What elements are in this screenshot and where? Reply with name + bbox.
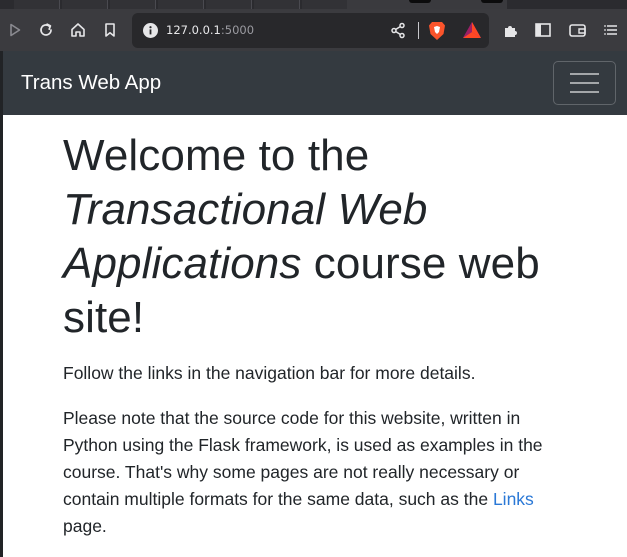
tab-favicon-icon [409,0,431,3]
share-icon[interactable] [390,22,406,44]
site-info-icon[interactable] [142,22,159,39]
page-title: Welcome to the Transactional Web Applica… [63,129,563,345]
browser-tab[interactable] [254,0,300,9]
navbar: Trans Web App [3,51,627,115]
note-text-end: page. [63,516,107,536]
browser-tab[interactable] [62,0,108,9]
tab-strip [0,0,627,9]
browser-tab[interactable] [110,0,156,9]
note-paragraph: Please note that the source code for thi… [63,405,563,540]
url-text[interactable]: 127.0.0.1:5000 [166,13,254,48]
browser-tab[interactable] [14,0,60,9]
menu-icon[interactable] [598,9,624,51]
hamburger-icon [570,91,599,93]
address-bar[interactable]: 127.0.0.1:5000 [132,13,489,48]
reload-icon[interactable] [33,9,59,51]
url-port: :5000 [220,23,255,37]
url-host: 127.0.0.1 [166,23,221,37]
hamburger-icon [570,82,599,84]
window-edge [0,51,3,557]
home-icon[interactable] [65,9,91,51]
navbar-brand[interactable]: Trans Web App [21,51,161,115]
browser-tab[interactable] [158,0,204,9]
play-icon[interactable] [2,9,28,51]
hamburger-icon [570,73,599,75]
main-content: Welcome to the Transactional Web Applica… [63,115,563,540]
wallet-icon[interactable] [564,9,590,51]
intro-paragraph: Follow the links in the navigation bar f… [63,363,476,383]
browser-toolbar: 127.0.0.1:5000 [0,9,627,51]
bookmark-icon[interactable] [97,9,123,51]
links-page-link[interactable]: Links [493,489,534,509]
sidebar-icon[interactable] [530,9,556,51]
brave-rewards-icon[interactable] [462,21,482,44]
active-browser-tab[interactable] [347,0,507,9]
extensions-icon[interactable] [498,9,524,51]
urlbar-divider [418,22,419,39]
navbar-toggler-button[interactable] [553,61,616,105]
brave-shields-icon[interactable] [428,21,446,46]
browser-tab[interactable] [302,0,348,9]
browser-tab[interactable] [206,0,252,9]
note-text: Please note that the source code for thi… [63,408,543,509]
web-page: Trans Web App Welcome to the Transaction… [0,51,627,557]
tab-favicon-icon [481,0,503,3]
title-text: Welcome to the [63,131,370,180]
